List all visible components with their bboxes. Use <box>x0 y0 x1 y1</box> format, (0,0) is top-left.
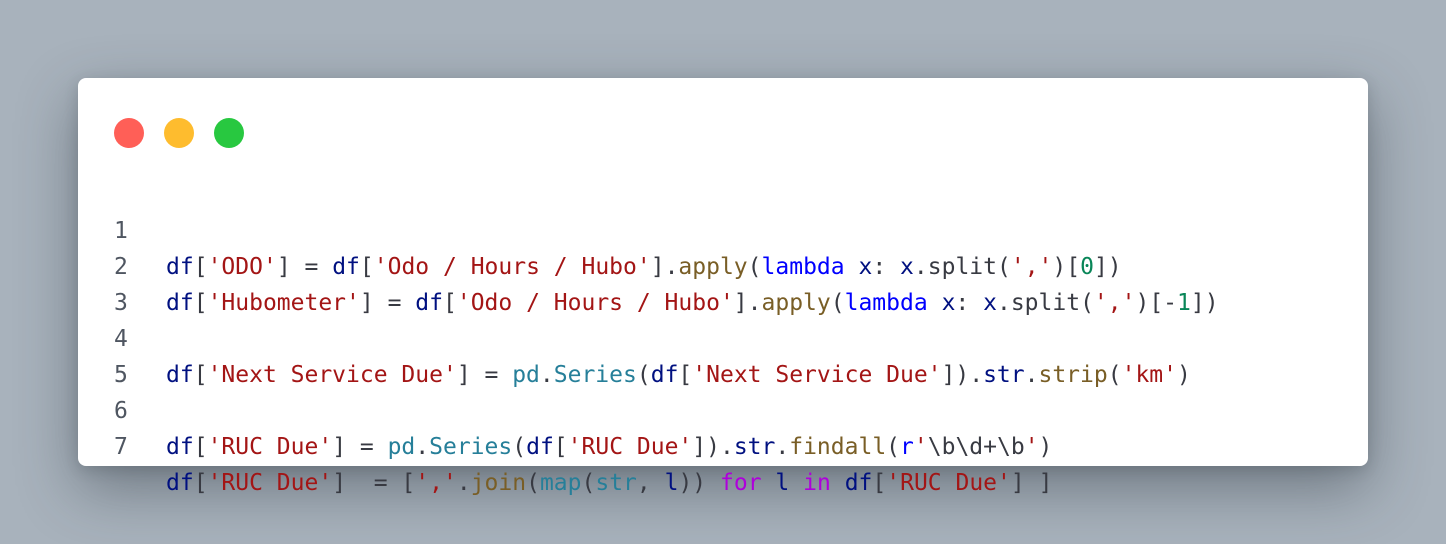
code-token-punctuation: ( <box>526 470 540 496</box>
code-token-punctuation: ) <box>1038 434 1053 460</box>
code-block: 1 df['ODO'] = df['Odo / Hours / Hubo'].a… <box>78 177 1368 496</box>
code-token-identifier: str <box>733 434 776 460</box>
code-token-identifier: l <box>664 470 679 496</box>
code-token-method-name: join <box>470 470 527 496</box>
code-token-builtin-name: map <box>539 470 582 496</box>
code-token-punctuation: , <box>636 470 665 496</box>
code-token-punctuation: ( <box>886 434 901 460</box>
code-token-punctuation: [ <box>872 470 887 496</box>
close-window-button[interactable] <box>114 118 144 148</box>
code-text: df['RUC Due'] = [','.join(map(str, l)) f… <box>166 465 1052 501</box>
code-token-builtin-name: Series <box>429 434 513 460</box>
code-line: 6 df['RUC Due'] = pd.Series(df['RUC Due'… <box>78 357 1368 460</box>
code-token-punctuation: . <box>456 470 471 496</box>
code-line: 4 df['Next Service Due'] = pd.Series(df[… <box>78 285 1368 388</box>
code-token-builtin-name: pd <box>387 434 416 460</box>
code-token-punctuation: . <box>775 434 790 460</box>
code-window: 1 df['ODO'] = df['Odo / Hours / Hubo'].a… <box>78 78 1368 496</box>
code-token-keyword: r <box>900 434 914 460</box>
code-token-punctuation: [ <box>193 470 208 496</box>
code-token-identifier: df <box>844 470 873 496</box>
code-token-builtin-name: str <box>595 470 637 496</box>
code-token-string-literal: ',' <box>415 470 457 496</box>
minimize-window-button[interactable] <box>164 118 194 148</box>
code-line: 1 df['ODO'] = df['Odo / Hours / Hubo'].a… <box>78 177 1368 280</box>
code-line: 7 df['RUC Due'] = [','.join(map(str, l))… <box>78 393 1368 496</box>
code-token-punctuation <box>762 470 776 496</box>
code-token-control-keyword: in <box>803 470 831 496</box>
code-token-punctuation: ] ] <box>1010 470 1053 496</box>
code-token-identifier: df <box>166 434 194 460</box>
code-token-punctuation: ( <box>581 470 596 496</box>
code-token-punctuation: ( <box>512 434 527 460</box>
code-line: 2 df['Hubometer'] = df['Odo / Hours / Hu… <box>78 213 1368 316</box>
code-token-string-literal: 'RUC Due' <box>207 434 333 460</box>
code-token-punctuation: . <box>415 434 430 460</box>
code-token-identifier: df <box>166 470 194 496</box>
code-token-regex-escape: \b\d+\b <box>927 434 1025 460</box>
code-token-punctuation <box>789 470 803 496</box>
code-token-method-name: findall <box>789 434 887 460</box>
code-token-string-literal: 'RUC Due' <box>567 434 693 460</box>
code-token-string-literal: ' <box>1024 434 1039 460</box>
code-token-punctuation: [ <box>193 434 208 460</box>
code-token-string-literal: 'RUC Due' <box>886 470 1011 496</box>
line-number: 7 <box>114 434 128 460</box>
code-token-punctuation: ] = <box>332 434 388 460</box>
code-token-control-keyword: for <box>720 470 762 496</box>
code-token-string-literal: 'RUC Due' <box>207 470 333 496</box>
code-token-punctuation <box>831 470 845 496</box>
maximize-window-button[interactable] <box>214 118 244 148</box>
code-text: df['RUC Due'] = pd.Series(df['RUC Due'])… <box>166 429 1052 465</box>
code-token-identifier: l <box>775 470 790 496</box>
code-line: 3 <box>78 249 1368 316</box>
code-token-identifier: df <box>526 434 554 460</box>
code-token-punctuation: ] = [ <box>332 470 416 496</box>
code-line: 5 <box>78 321 1368 388</box>
code-token-punctuation: [ <box>553 434 568 460</box>
code-token-punctuation: ]). <box>692 434 734 460</box>
code-token-string-literal: ' <box>913 434 928 460</box>
code-token-punctuation: )) <box>678 470 720 496</box>
